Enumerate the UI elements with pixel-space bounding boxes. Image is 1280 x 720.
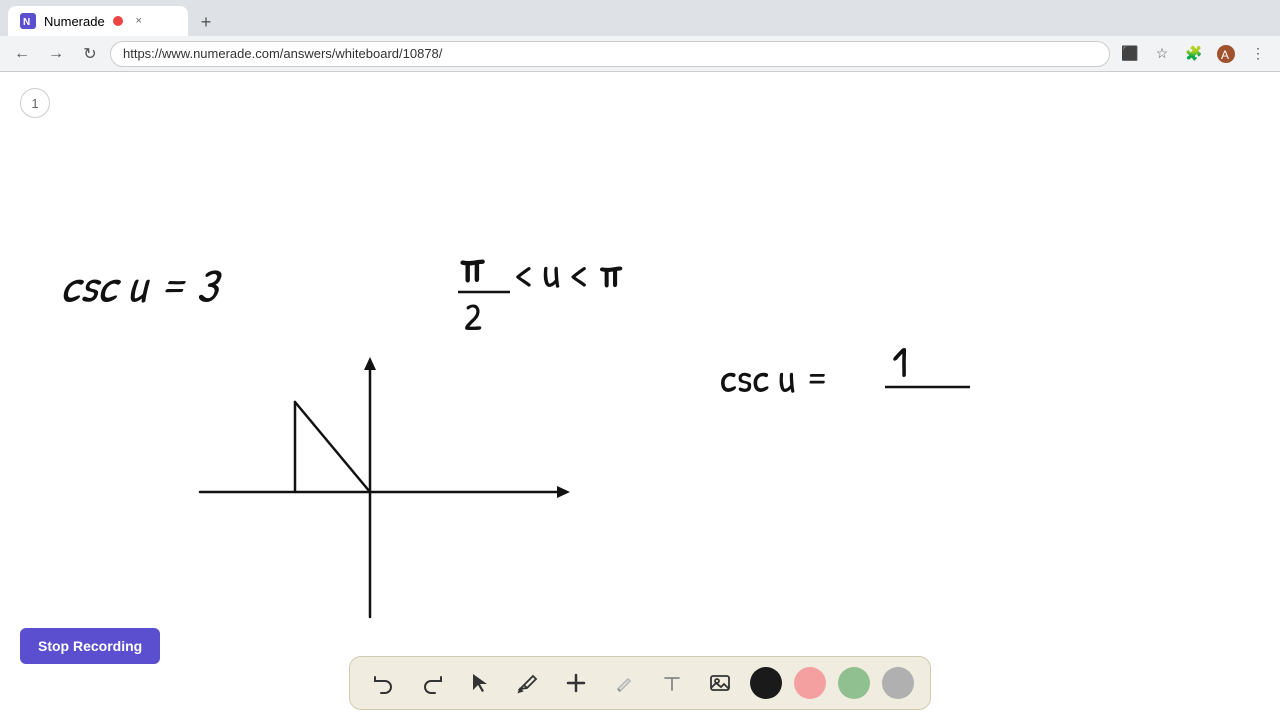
tab-title: Numerade [44, 14, 105, 29]
whiteboard[interactable]: 1 csc u = 3 π 2 < u < π csc u = 1 [0, 72, 1280, 720]
back-button[interactable]: ← [8, 40, 36, 68]
new-tab-button[interactable]: + [192, 8, 220, 36]
bookmark-icon[interactable]: ☆ [1148, 40, 1176, 68]
svg-text:1: 1 [892, 331, 908, 391]
extension-icon[interactable]: 🧩 [1180, 40, 1208, 68]
drawing-toolbar [349, 656, 931, 710]
reload-button[interactable]: ↻ [76, 40, 104, 68]
svg-text:csc u =: csc u = [720, 349, 829, 406]
svg-text:csc u = 3: csc u = 3 [59, 252, 224, 317]
recording-dot [113, 16, 123, 26]
redo-button[interactable] [414, 665, 450, 701]
svg-text:2: 2 [464, 290, 482, 342]
image-tool-button[interactable] [702, 665, 738, 701]
color-gray-button[interactable] [882, 667, 914, 699]
stop-recording-button[interactable]: Stop Recording [20, 628, 160, 664]
pen-tool-button[interactable] [510, 665, 546, 701]
add-tool-button[interactable] [558, 665, 594, 701]
tab-close-button[interactable]: × [131, 13, 147, 29]
text-tool-button[interactable] [654, 665, 690, 701]
svg-text:< u < π: < u < π [515, 241, 625, 301]
address-bar: ← → ↻ https://www.numerade.com/answers/w… [0, 36, 1280, 72]
highlighter-tool-button[interactable] [606, 665, 642, 701]
color-green-button[interactable] [838, 667, 870, 699]
url-input[interactable]: https://www.numerade.com/answers/whitebo… [110, 41, 1110, 67]
undo-button[interactable] [366, 665, 402, 701]
profile-icon[interactable]: A [1212, 40, 1240, 68]
browser-frame: N Numerade × + ← → ↻ https://www.numerad… [0, 0, 1280, 720]
svg-text:π: π [458, 232, 488, 297]
more-menu-button[interactable]: ⋮ [1244, 40, 1272, 68]
browser-toolbar-right: ⬛ ☆ 🧩 A ⋮ [1116, 40, 1272, 68]
color-pink-button[interactable] [794, 667, 826, 699]
screen-cast-icon[interactable]: ⬛ [1116, 40, 1144, 68]
forward-button[interactable]: → [42, 40, 70, 68]
active-tab[interactable]: N Numerade × [8, 6, 188, 36]
color-black-button[interactable] [750, 667, 782, 699]
tab-favicon: N [20, 13, 36, 29]
drawing-canvas: csc u = 3 π 2 < u < π csc u = 1 [0, 72, 1280, 720]
select-tool-button[interactable] [462, 665, 498, 701]
tab-bar: N Numerade × + [0, 0, 1280, 36]
svg-text:A: A [1221, 48, 1229, 62]
svg-text:N: N [23, 17, 30, 28]
